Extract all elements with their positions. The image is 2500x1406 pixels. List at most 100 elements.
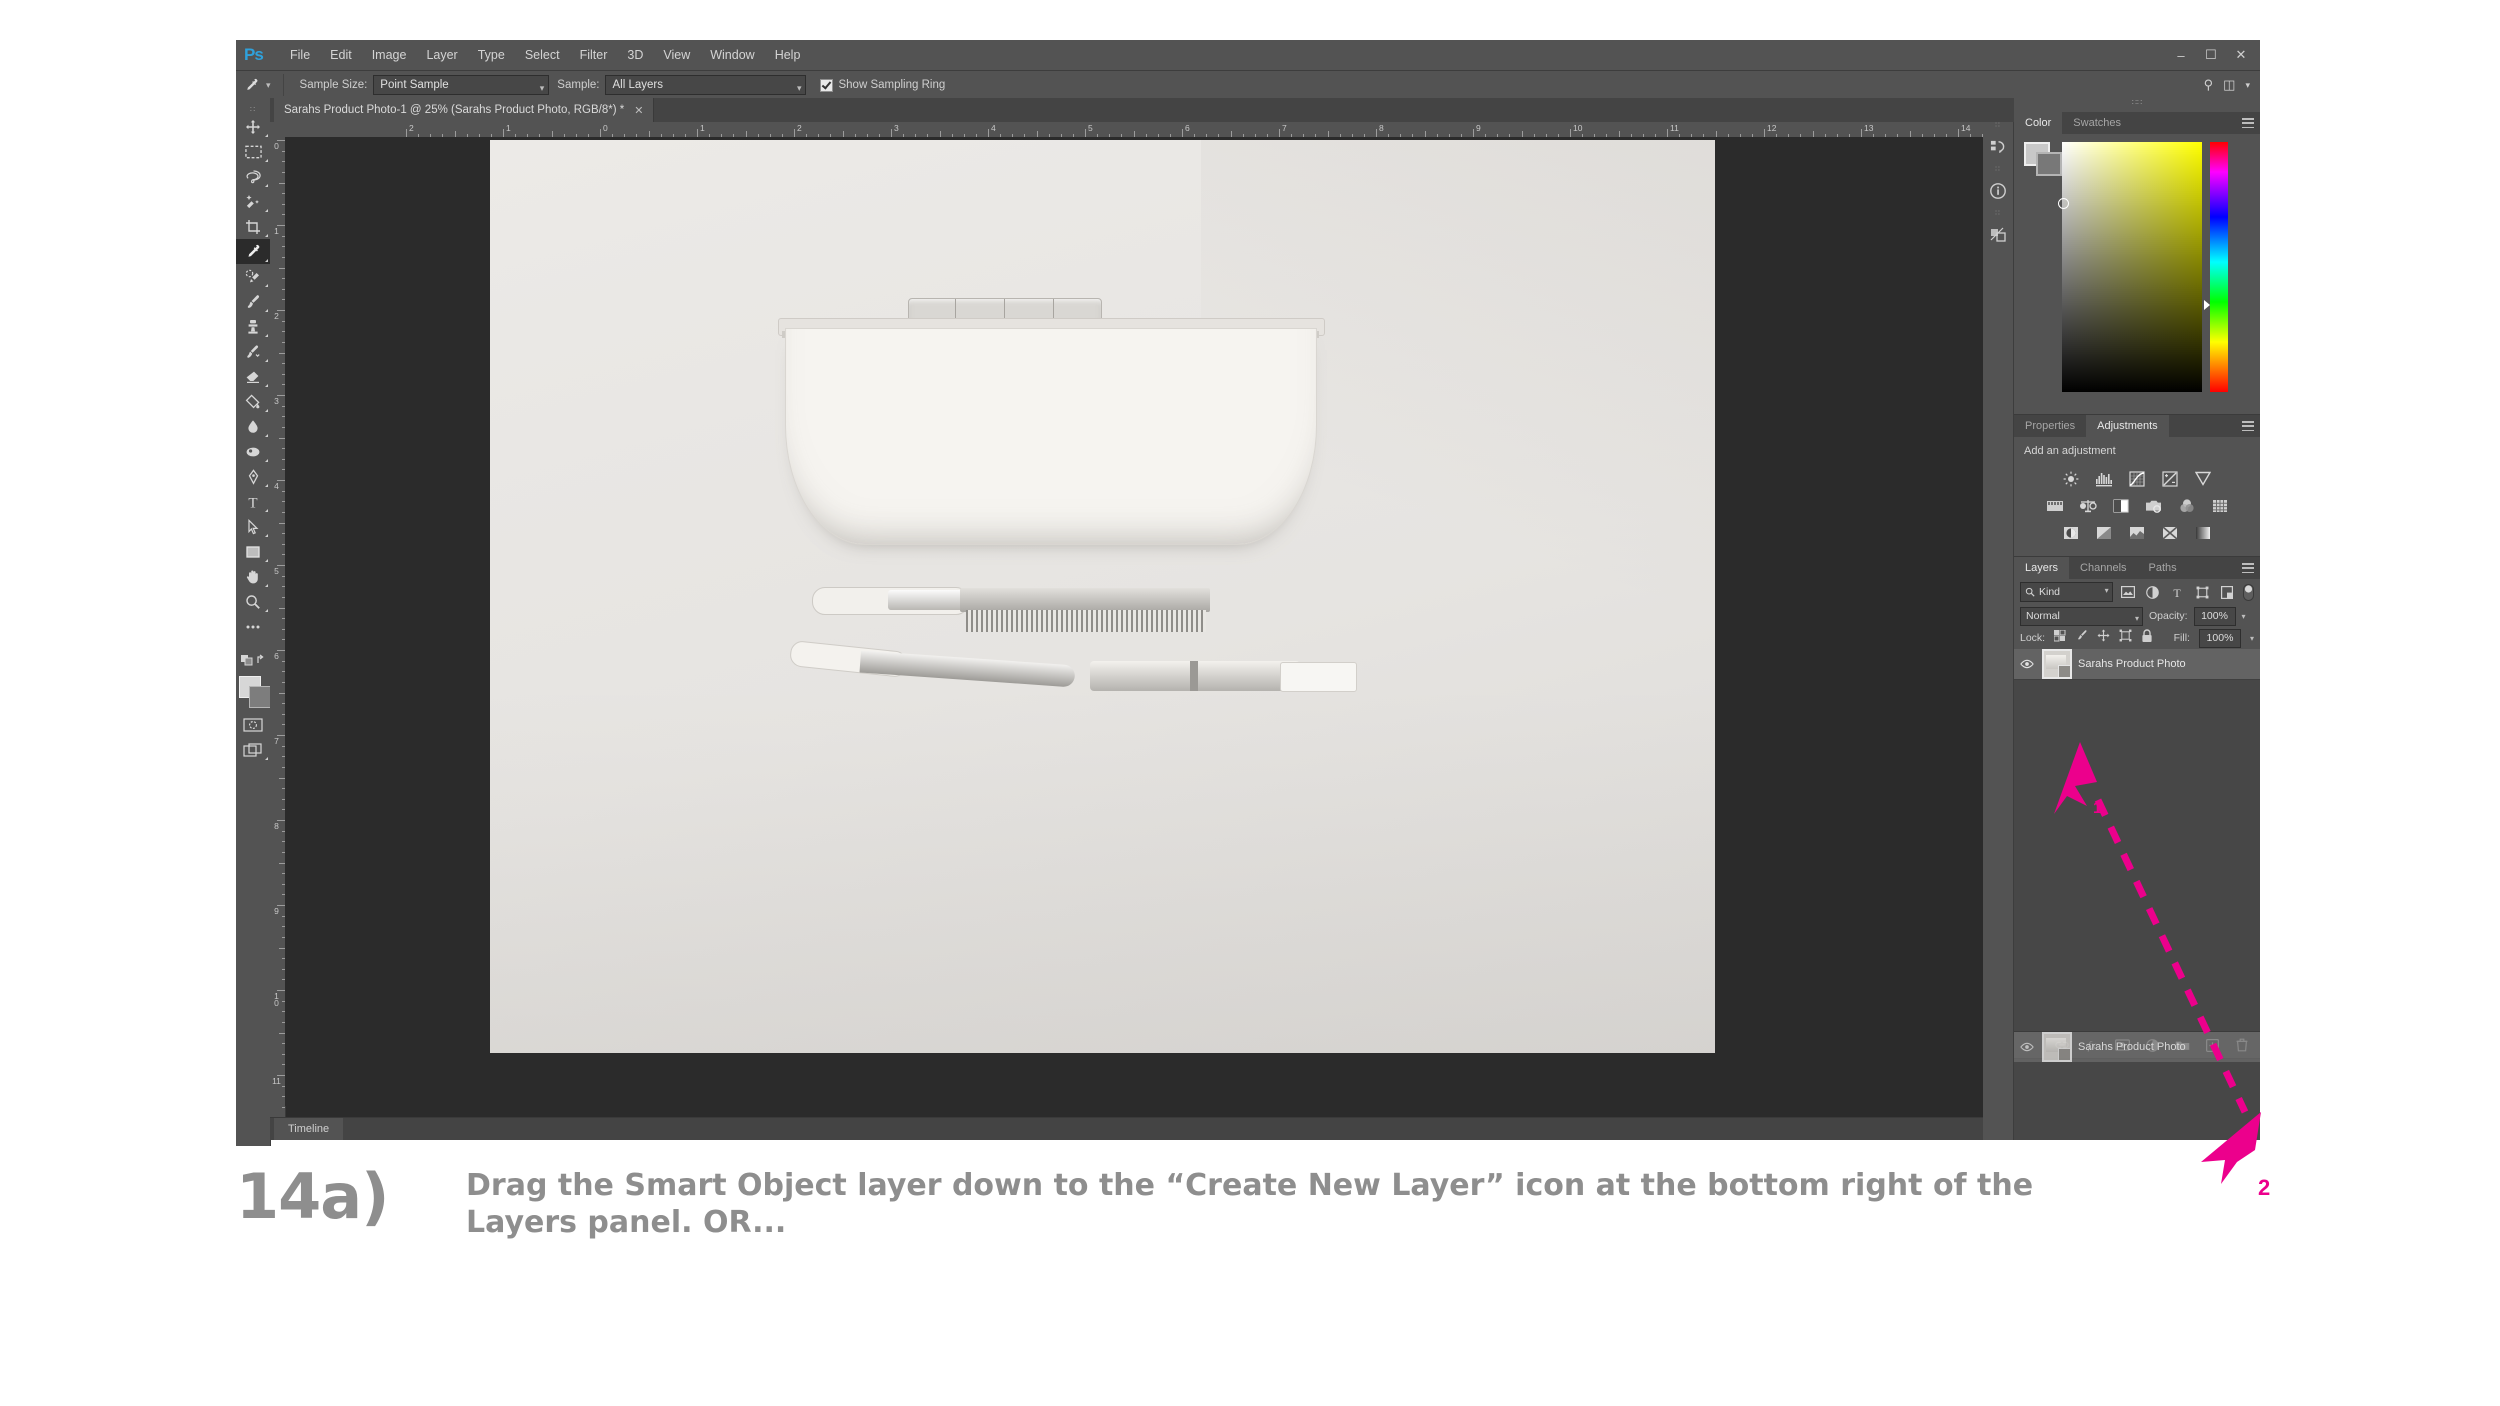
layer-name[interactable]: Sarahs Product Photo [2078, 658, 2186, 670]
quick-selection-tool[interactable] [236, 189, 270, 214]
lasso-tool[interactable] [236, 164, 270, 189]
menu-select[interactable]: Select [515, 44, 570, 66]
horizontal-ruler[interactable]: 2101234567891011121314151617 [270, 122, 2010, 138]
crop-tool[interactable] [236, 214, 270, 239]
color-swatches[interactable] [236, 674, 271, 708]
panel-menu-icon[interactable] [2242, 118, 2254, 128]
fill-value[interactable]: 100% [2198, 628, 2241, 648]
layer-filter-kind-select[interactable]: Kind ▾ [2020, 582, 2113, 602]
hue-saturation-icon[interactable] [2044, 496, 2066, 515]
vertical-ruler[interactable]: 0 1 2 3 4 5 6 7 8 9 10 11 [270, 137, 286, 1140]
more-tools-icon[interactable] [236, 614, 270, 639]
color-balance-icon[interactable] [2077, 496, 2099, 515]
new-layer-button[interactable] [2204, 1037, 2220, 1053]
tab-channels[interactable]: Channels [2069, 557, 2138, 579]
gradient-tool[interactable] [236, 389, 270, 414]
sample-select[interactable]: All Layers ▾ [605, 75, 807, 95]
quick-mask-mode-icon[interactable] [236, 712, 270, 737]
gradient-map-icon[interactable] [2192, 523, 2214, 542]
menu-file[interactable]: File [280, 44, 320, 66]
lock-transparent-pixels-icon[interactable] [2053, 629, 2066, 647]
shape-filter-icon[interactable] [2193, 583, 2212, 601]
menu-view[interactable]: View [653, 44, 700, 66]
menu-layer[interactable]: Layer [416, 44, 467, 66]
delete-layer-button[interactable] [2234, 1037, 2250, 1053]
tab-swatches[interactable]: Swatches [2062, 112, 2132, 134]
photo-filter-icon[interactable] [2143, 496, 2165, 515]
background-color-swatch[interactable] [249, 686, 271, 708]
healing-brush-tool[interactable] [236, 264, 270, 289]
menu-image[interactable]: Image [362, 44, 417, 66]
lock-artboard-icon[interactable] [2119, 629, 2132, 647]
panel-menu-icon[interactable] [2242, 563, 2254, 573]
pixel-filter-icon[interactable] [2119, 583, 2138, 601]
lock-image-pixels-icon[interactable] [2075, 629, 2088, 647]
menu-3d[interactable]: 3D [617, 44, 653, 66]
hue-slider[interactable] [2210, 142, 2228, 392]
layer-style-button[interactable]: fx [2084, 1037, 2100, 1053]
menu-edit[interactable]: Edit [320, 44, 362, 66]
background-color-swatch[interactable] [2036, 152, 2062, 176]
blur-tool[interactable] [236, 414, 270, 439]
minimize-icon[interactable]: – [2166, 44, 2196, 66]
posterize-icon[interactable] [2093, 523, 2115, 542]
smart-object-filter-icon[interactable] [2218, 583, 2237, 601]
invert-icon[interactable] [2060, 523, 2082, 542]
filter-enable-toggle[interactable] [2242, 583, 2254, 601]
layer-thumbnail[interactable] [2042, 649, 2072, 679]
screen-mode-icon[interactable] [236, 737, 270, 762]
eyedropper-icon[interactable] [236, 78, 266, 93]
brush-tool[interactable] [236, 289, 270, 314]
tool-preset-chevron-icon[interactable]: ▾ [266, 80, 271, 91]
panel-grip[interactable]: ∷ [236, 104, 270, 114]
marquee-tool[interactable] [236, 139, 270, 164]
maximize-icon[interactable]: ☐ [2196, 44, 2226, 66]
lock-all-icon[interactable] [2141, 628, 2153, 648]
new-fill-adjustment-button[interactable] [2144, 1037, 2160, 1053]
info-icon[interactable] [1983, 172, 2013, 210]
clone-stamp-tool[interactable] [236, 314, 270, 339]
default-colors-icon[interactable] [236, 647, 270, 672]
opacity-value[interactable]: 100% [2193, 606, 2236, 626]
move-tool[interactable] [236, 114, 270, 139]
type-filter-icon[interactable]: T [2168, 583, 2187, 601]
chevron-down-icon[interactable]: ▾ [2242, 612, 2246, 621]
lock-position-icon[interactable] [2097, 629, 2110, 647]
workspace-switcher-icon[interactable]: ◫ [2223, 77, 2235, 93]
blend-mode-select[interactable]: Normal ▾ [2020, 606, 2143, 626]
type-tool[interactable]: T [236, 489, 270, 514]
search-icon[interactable]: ⚲ [2204, 77, 2214, 93]
table-row[interactable]: Sarahs Product Photo [2014, 649, 2260, 680]
close-icon[interactable]: ✕ [634, 104, 643, 117]
sample-size-select[interactable]: Point Sample ▾ [373, 75, 550, 95]
tab-paths[interactable]: Paths [2137, 557, 2188, 579]
menu-type[interactable]: Type [468, 44, 515, 66]
dock-grip[interactable]: ∷∷ [2014, 98, 2260, 112]
channel-mixer-icon[interactable] [2176, 496, 2198, 515]
threshold-icon[interactable] [2126, 523, 2148, 542]
tab-timeline[interactable]: Timeline [274, 1118, 344, 1140]
black-white-icon[interactable] [2110, 496, 2132, 515]
vibrance-icon[interactable] [2192, 469, 2214, 488]
canvas-viewport[interactable] [285, 137, 2010, 1106]
tab-color[interactable]: Color [2014, 112, 2063, 134]
levels-icon[interactable] [2093, 469, 2115, 488]
adjustment-filter-icon[interactable] [2143, 583, 2162, 601]
layer-mask-button[interactable] [2114, 1037, 2130, 1053]
tab-properties[interactable]: Properties [2014, 415, 2087, 437]
curves-icon[interactable] [2126, 469, 2148, 488]
panel-menu-icon[interactable] [2242, 421, 2254, 431]
layer-visibility-icon[interactable] [2018, 659, 2036, 669]
rectangle-tool[interactable] [236, 539, 270, 564]
new-group-button[interactable] [2174, 1037, 2190, 1053]
history-brush-tool[interactable] [236, 339, 270, 364]
eyedropper-tool[interactable] [236, 239, 270, 264]
selective-color-icon[interactable] [2159, 523, 2181, 542]
menu-filter[interactable]: Filter [570, 44, 618, 66]
chevron-down-icon[interactable]: ▾ [2245, 80, 2250, 91]
brightness-contrast-icon[interactable] [2060, 469, 2082, 488]
exposure-icon[interactable] [2159, 469, 2181, 488]
chevron-down-icon[interactable]: ▾ [2250, 634, 2254, 643]
document-tab[interactable]: Sarahs Product Photo-1 @ 25% (Sarahs Pro… [274, 98, 655, 122]
close-icon[interactable]: ✕ [2226, 44, 2256, 66]
